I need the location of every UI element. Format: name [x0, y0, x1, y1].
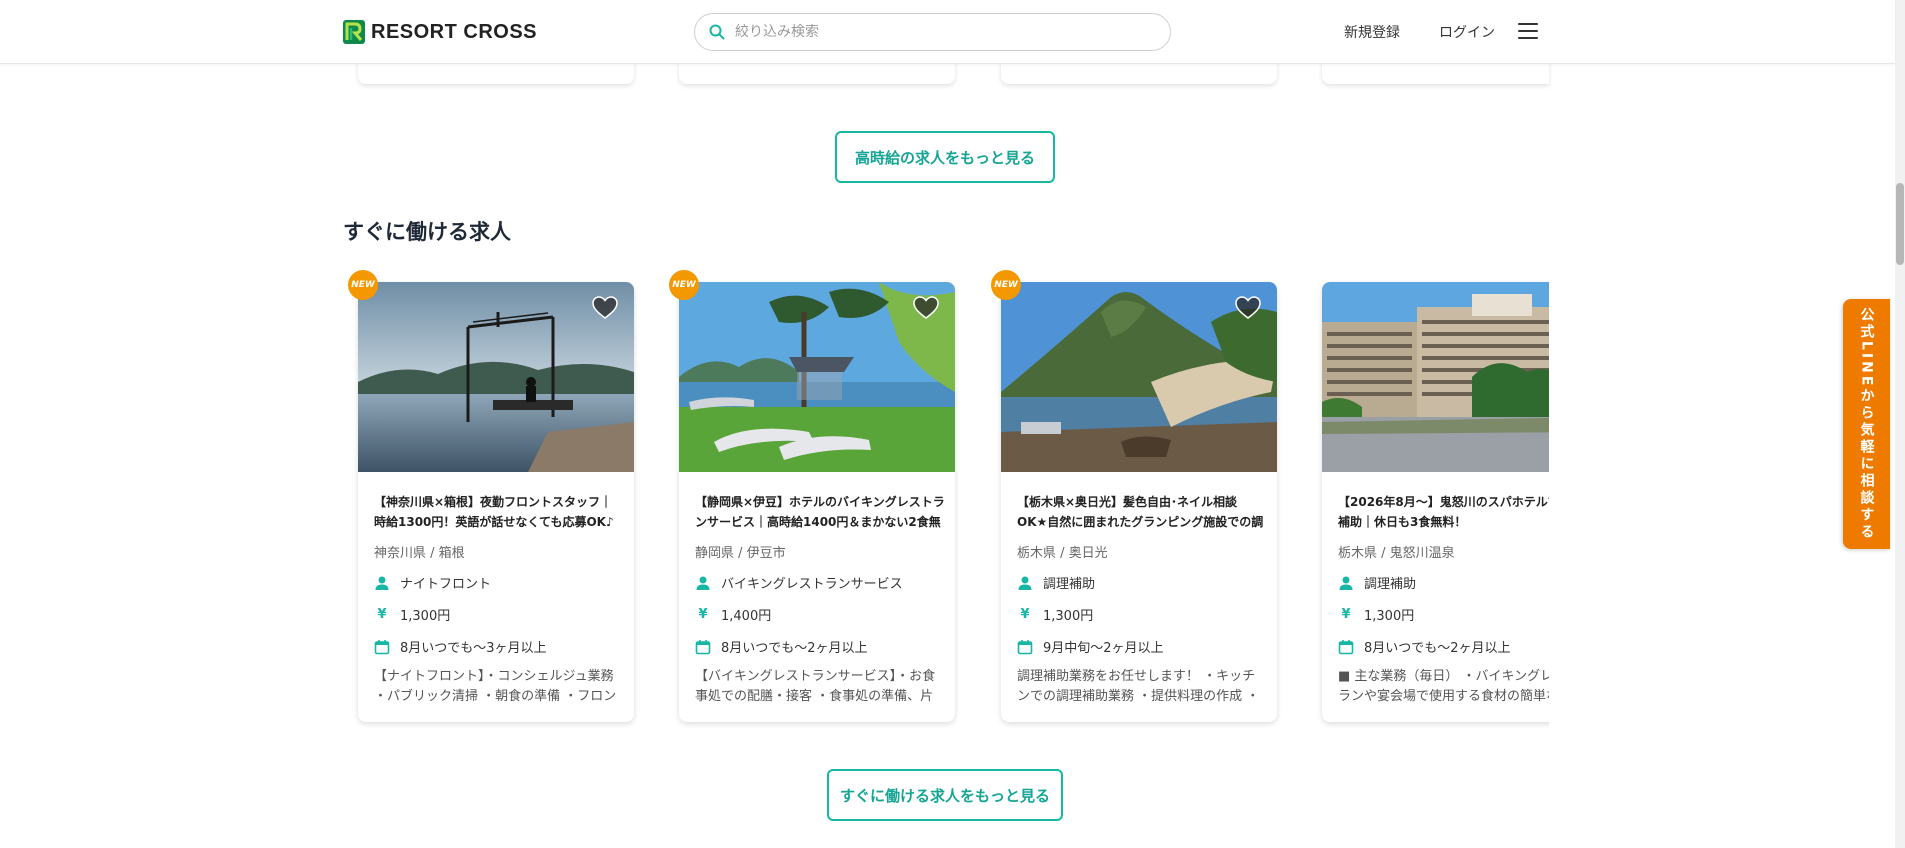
job-period: 8月いつでも～2ヶ月以上 [1364, 641, 1511, 656]
person-icon [375, 576, 389, 590]
job-pay-row: ¥ 1,400円 [695, 605, 771, 624]
job-pay: 1,300円 [1364, 609, 1415, 624]
calendar-icon [1017, 639, 1033, 654]
site-header: RESORT CROSS 新規登録 ログイン [0, 0, 1895, 64]
job-category-row: 調理補助 [1338, 573, 1416, 592]
job-location: 栃木県 / 奥日光 [1017, 546, 1108, 561]
yen-icon: ¥ [1341, 607, 1351, 622]
job-pay: 1,300円 [1043, 609, 1094, 624]
site-logo[interactable]: RESORT CROSS [343, 20, 537, 44]
job-title[interactable]: 【静岡県×伊豆】ホテルのバイキングレストランサービス｜高時給1400円＆まかない… [695, 492, 945, 532]
favorite-heart-icon[interactable] [913, 296, 939, 320]
job-description: ■ 主な業務（毎日） ・バイキングレストランや宴会場で使用する食材の簡単な下ご.… [1338, 669, 1549, 704]
yen-icon: ¥ [698, 607, 708, 622]
job-title[interactable]: 【2026年8月～】鬼怒川のスパホテルで調理補助｜休日も3食無料！ [1338, 492, 1549, 532]
job-period: 9月中旬～2ヶ月以上 [1043, 641, 1164, 656]
high-wage-more-button[interactable]: 高時給の求人をもっと見る [835, 131, 1055, 183]
new-badge: NEW [991, 270, 1021, 300]
yen-icon: ¥ [1020, 607, 1030, 622]
yen-icon: ¥ [377, 607, 387, 622]
job-description: 【ナイトフロント】・コンシェルジュ業務 ・パブリック清掃 ・朝食の準備 ・フロン… [374, 669, 617, 704]
section-title: すぐに働ける求人 [343, 220, 511, 244]
person-icon [696, 576, 710, 590]
job-period-row: 8月いつでも～2ヶ月以上 [695, 637, 868, 656]
hamburger-menu-icon[interactable] [1518, 23, 1538, 39]
menu-bar [1518, 23, 1538, 25]
job-description: 【バイキングレストランサービス】・お食事処での配膳・接客 ・食事処の準備、片付け… [695, 669, 936, 704]
job-category: 調理補助 [1364, 577, 1417, 592]
scrollbar-track[interactable] [1895, 0, 1905, 848]
menu-bar [1518, 37, 1538, 39]
job-title[interactable]: 【神奈川県×箱根】夜勤フロントスタッフ｜時給1300円！英語が話せなくても応募O… [374, 492, 624, 532]
search-box[interactable] [694, 13, 1171, 51]
logo-mark-icon [343, 20, 365, 44]
job-pay-row: ¥ 1,300円 [1017, 605, 1093, 624]
line-consult-tab[interactable]: 公式LINEから気軽に相談する [1843, 299, 1890, 549]
job-category: 調理補助 [1043, 577, 1096, 592]
calendar-icon [1338, 639, 1354, 654]
job-period: 8月いつでも～2ヶ月以上 [721, 641, 868, 656]
logo-text: RESORT CROSS [371, 20, 538, 43]
job-card[interactable]: NEW 【静岡県×伊豆】ホテルのバイキングレストランサービス｜高時給1400円＆… [669, 270, 955, 722]
calendar-icon [695, 639, 711, 654]
job-pay-row: ¥ 1,300円 [1338, 605, 1414, 624]
job-photo [1322, 282, 1549, 472]
job-location: 栃木県 / 鬼怒川温泉 [1338, 546, 1455, 561]
job-category: ナイトフロント [400, 577, 492, 592]
job-period-row: 8月いつでも～3ヶ月以上 [374, 637, 547, 656]
job-location: 神奈川県 / 箱根 [374, 546, 465, 561]
job-category-row: バイキングレストランサービス [695, 573, 903, 592]
search-input[interactable] [735, 24, 1135, 40]
job-card[interactable]: NEW 【神奈川県×箱根】夜勤フロントスタッフ｜時給1300円！英語が話せなくて… [348, 270, 634, 722]
job-card[interactable]: 【2026年8月～】鬼怒川のスパホテルで調理補助｜休日も3食無料！ 栃木県 / … [1322, 282, 1549, 722]
favorite-heart-icon[interactable] [592, 296, 618, 320]
job-category-row: 調理補助 [1017, 573, 1095, 592]
job-period-row: 8月いつでも～2ヶ月以上 [1338, 637, 1511, 656]
job-card[interactable]: NEW 【栃木県×奥日光】髪色自由･ネイル相談OK★自然に囲まれたグランピング施… [991, 270, 1277, 722]
login-link[interactable]: ログイン [1439, 22, 1495, 42]
calendar-icon [374, 639, 390, 654]
job-title[interactable]: 【栃木県×奥日光】髪色自由･ネイル相談OK★自然に囲まれたグランピング施設での調… [1017, 492, 1267, 532]
job-pay: 1,400円 [721, 609, 772, 624]
new-badge: NEW [348, 270, 378, 300]
menu-bar [1518, 30, 1538, 32]
job-pay: 1,300円 [400, 609, 451, 624]
job-location: 静岡県 / 伊豆市 [695, 546, 786, 561]
job-period: 8月いつでも～3ヶ月以上 [400, 641, 547, 656]
job-carousel[interactable]: NEW 【神奈川県×箱根】夜勤フロントスタッフ｜時給1300円！英語が話せなくて… [343, 270, 1549, 730]
job-pay-row: ¥ 1,300円 [374, 605, 450, 624]
register-link[interactable]: 新規登録 [1344, 22, 1400, 42]
line-consult-label: 公式LINEから気軽に相談する [1858, 306, 1875, 542]
job-category: バイキングレストランサービス [721, 577, 903, 592]
search-icon [709, 24, 725, 40]
person-icon [1018, 576, 1032, 590]
immediate-jobs-more-button[interactable]: すぐに働ける求人をもっと見る [827, 769, 1063, 821]
new-badge: NEW [669, 270, 699, 300]
job-description: 調理補助業務をお任せします！ ・キッチンでの調理補助業務 ・提供料理の作成 ・仕… [1017, 669, 1260, 704]
favorite-heart-icon[interactable] [1235, 296, 1261, 320]
person-icon [1339, 576, 1353, 590]
scrollbar-thumb[interactable] [1896, 183, 1904, 265]
job-period-row: 9月中旬～2ヶ月以上 [1017, 637, 1164, 656]
job-category-row: ナイトフロント [374, 573, 491, 592]
